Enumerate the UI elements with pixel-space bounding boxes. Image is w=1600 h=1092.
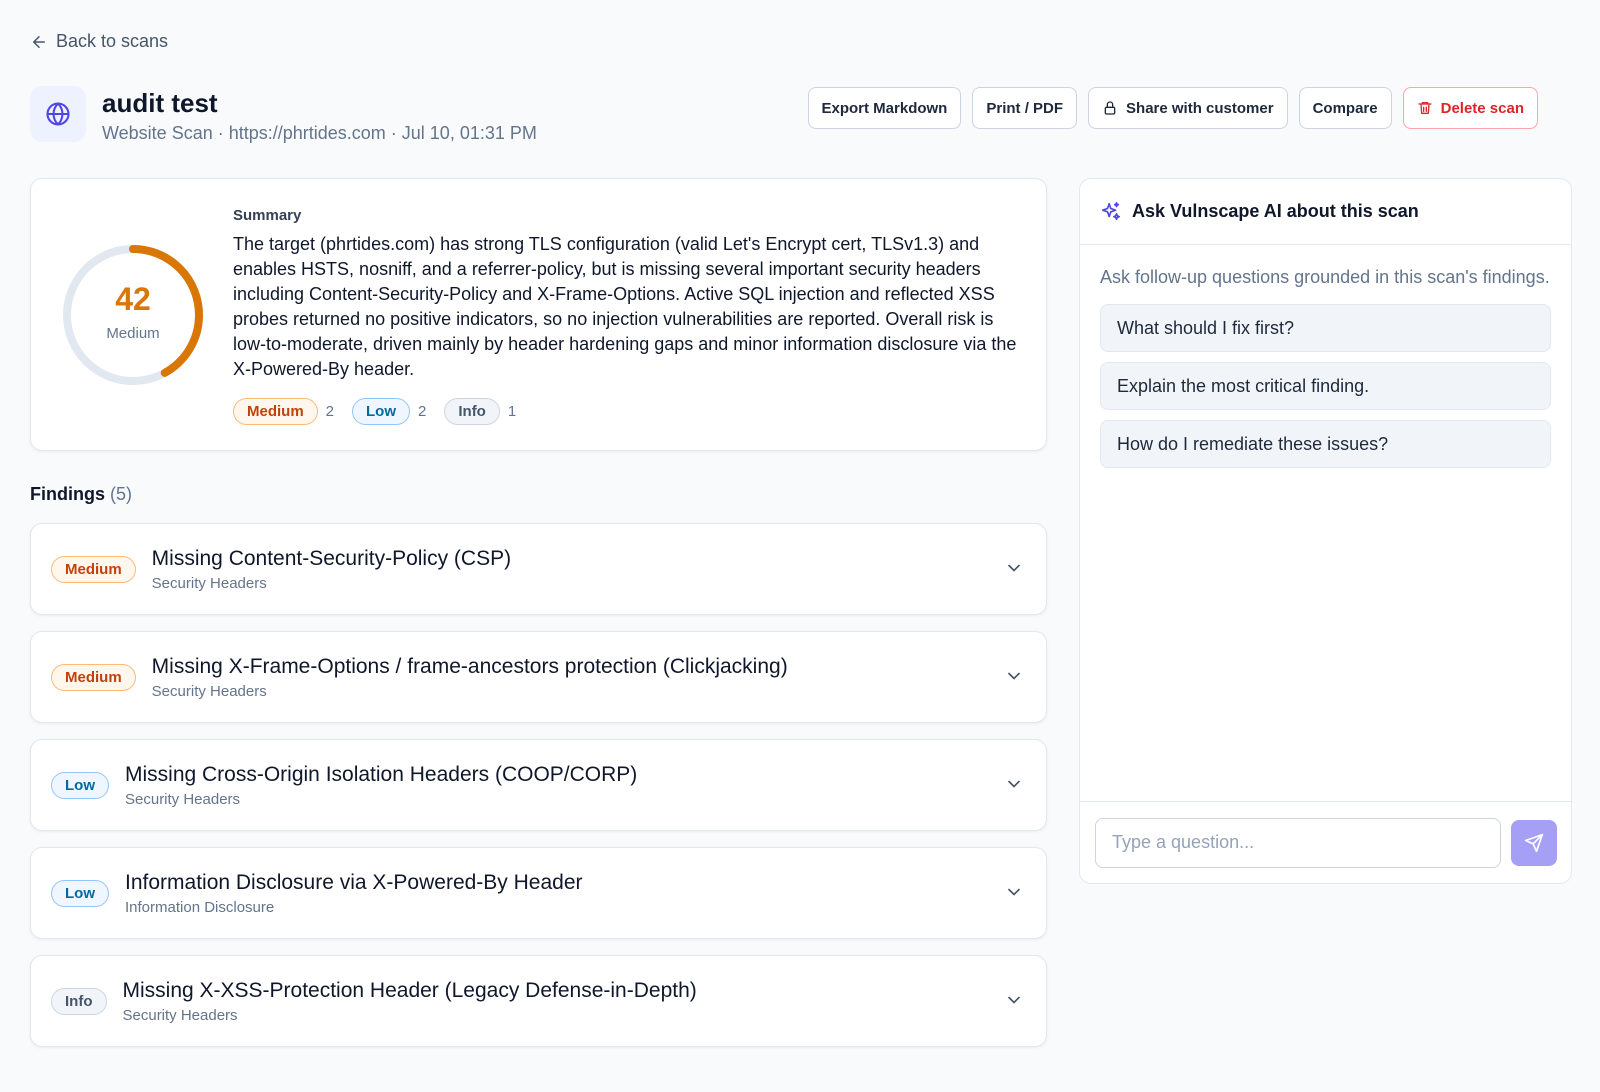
finding-title: Missing Content-Security-Policy (CSP) bbox=[151, 546, 512, 570]
findings-heading: Findings (5) bbox=[30, 484, 132, 505]
finding-category: Security Headers bbox=[122, 1006, 238, 1024]
findings-heading-label: Findings bbox=[30, 484, 105, 504]
suggestion-chip[interactable]: How do I remediate these issues? bbox=[1100, 420, 1551, 468]
severity-count-info: 1 bbox=[507, 403, 517, 420]
question-input[interactable] bbox=[1095, 817, 1501, 868]
risk-score-gauge: 42 Medium bbox=[59, 241, 207, 389]
summary-label: Summary bbox=[233, 207, 302, 224]
suggestion-chip[interactable]: Explain the most critical finding. bbox=[1100, 362, 1551, 410]
finding-severity-badge: Low bbox=[51, 879, 109, 907]
finding-row[interactable]: Low Information Disclosure via X-Powered… bbox=[30, 847, 1047, 939]
scan-type-icon bbox=[30, 86, 86, 142]
share-with-customer-button[interactable]: Share with customer bbox=[1088, 87, 1288, 129]
ai-assistant-panel: Ask Vulnscape AI about this scan Ask fol… bbox=[1079, 178, 1572, 884]
severity-counts: Medium 2 Low 2 Info 1 bbox=[233, 398, 1023, 425]
sparkles-icon bbox=[1101, 201, 1121, 220]
chevron-down-icon[interactable] bbox=[1004, 990, 1024, 1010]
finding-severity-badge: Info bbox=[51, 987, 107, 1015]
arrow-left-icon bbox=[33, 35, 45, 48]
ai-intro-text: Ask follow-up questions grounded in this… bbox=[1100, 267, 1550, 287]
scan-subtitle: Website Scan · https://phrtides.com · Ju… bbox=[102, 123, 537, 143]
send-icon bbox=[1524, 833, 1544, 852]
finding-title: Missing Cross-Origin Isolation Headers (… bbox=[125, 762, 638, 786]
finding-row[interactable]: Info Missing X-XSS-Protection Header (Le… bbox=[30, 955, 1047, 1047]
ai-panel-header: Ask Vulnscape AI about this scan bbox=[1080, 179, 1571, 245]
risk-score-value: 42 bbox=[115, 281, 151, 317]
finding-category: Security Headers bbox=[151, 574, 267, 592]
findings-list: Medium Missing Content-Security-Policy (… bbox=[30, 523, 1047, 1063]
finding-severity-badge: Low bbox=[51, 771, 109, 799]
chevron-down-icon[interactable] bbox=[1004, 666, 1024, 686]
scan-header: audit test Website Scan · https://phrtid… bbox=[30, 86, 537, 144]
print-pdf-button[interactable]: Print / PDF bbox=[972, 87, 1078, 129]
delete-scan-button[interactable]: Delete scan bbox=[1402, 87, 1538, 129]
send-button[interactable] bbox=[1511, 819, 1557, 866]
suggestion-chip[interactable]: What should I fix first? bbox=[1100, 304, 1551, 352]
ai-input-bar bbox=[1080, 801, 1571, 883]
finding-row[interactable]: Low Missing Cross-Origin Isolation Heade… bbox=[30, 739, 1047, 831]
chevron-down-icon[interactable] bbox=[1004, 882, 1024, 902]
compare-button[interactable]: Compare bbox=[1298, 87, 1392, 129]
globe-icon bbox=[46, 102, 70, 126]
chevron-down-icon[interactable] bbox=[1004, 774, 1024, 794]
severity-badge-info: Info bbox=[444, 398, 500, 425]
trash-icon bbox=[1417, 102, 1432, 114]
back-to-scans-link[interactable]: Back to scans bbox=[30, 31, 168, 52]
lock-icon bbox=[1104, 101, 1116, 115]
finding-title: Missing X-Frame-Options / frame-ancestor… bbox=[151, 654, 788, 678]
finding-severity-badge: Medium bbox=[51, 663, 136, 691]
summary-card: 42 Medium Summary The target (phrtides.c… bbox=[30, 178, 1047, 451]
finding-category: Security Headers bbox=[125, 790, 241, 808]
finding-title: Information Disclosure via X-Powered-By … bbox=[125, 870, 583, 894]
findings-count: (5) bbox=[110, 484, 133, 504]
finding-title: Missing X-XSS-Protection Header (Legacy … bbox=[122, 978, 697, 1002]
risk-score-label: Medium bbox=[106, 325, 160, 342]
summary-text: The target (phrtides.com) has strong TLS… bbox=[233, 234, 1017, 379]
severity-count-medium: 2 bbox=[325, 403, 335, 420]
severity-badge-low: Low bbox=[352, 398, 411, 425]
share-label: Share with customer bbox=[1126, 99, 1274, 117]
severity-badge-medium: Medium bbox=[233, 398, 318, 425]
ai-suggestions: What should I fix first? Explain the mos… bbox=[1080, 290, 1571, 468]
ai-panel-title: Ask Vulnscape AI about this scan bbox=[1132, 201, 1419, 221]
page-title: audit test bbox=[102, 88, 218, 118]
finding-severity-badge: Medium bbox=[51, 555, 136, 583]
finding-category: Information Disclosure bbox=[125, 898, 275, 916]
action-toolbar: Export Markdown Print / PDF Share with c… bbox=[807, 87, 1538, 129]
severity-count-low: 2 bbox=[418, 403, 427, 420]
export-markdown-button[interactable]: Export Markdown bbox=[807, 87, 962, 129]
finding-row[interactable]: Medium Missing X-Frame-Options / frame-a… bbox=[30, 631, 1047, 723]
chevron-down-icon[interactable] bbox=[1004, 558, 1024, 578]
delete-label: Delete scan bbox=[1440, 99, 1524, 117]
finding-row[interactable]: Medium Missing Content-Security-Policy (… bbox=[30, 523, 1047, 615]
finding-category: Security Headers bbox=[151, 682, 267, 700]
back-label: Back to scans bbox=[56, 31, 169, 51]
